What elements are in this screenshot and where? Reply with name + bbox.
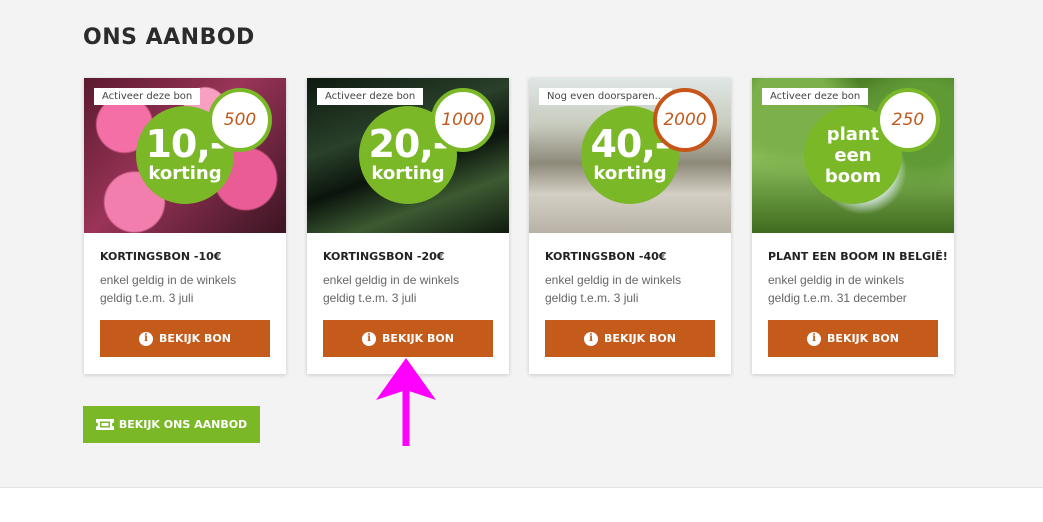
offer-validity-store: enkel geldig in de winkels (768, 273, 905, 287)
offer-card[interactable]: Nog even doorsparen... 40,- korting 2000… (529, 78, 731, 374)
discount-label: korting (148, 163, 222, 184)
offer-card[interactable]: Activeer deze bon 20,- korting 1000 KORT… (307, 78, 509, 374)
offer-validity-date: geldig t.e.m. 3 juli (545, 291, 639, 305)
offer-validity-date: geldig t.e.m. 3 juli (100, 291, 194, 305)
view-offer-button[interactable]: i BEKIJK BON (323, 320, 493, 357)
offer-image-patio: Nog even doorsparen... 40,- korting 2000 (529, 78, 731, 233)
offer-image-palm: Activeer deze bon 20,- korting 1000 (307, 78, 509, 233)
arrow-up-icon (376, 358, 436, 446)
offer-card[interactable]: Activeer deze bon plant een boom 250 PLA… (752, 78, 954, 374)
view-offer-button[interactable]: i BEKIJK BON (545, 320, 715, 357)
view-offer-label: BEKIJK BON (604, 332, 676, 345)
info-circle-icon: i (362, 331, 377, 346)
offer-name: PLANT EEN BOOM IN BELGIË! (768, 250, 948, 263)
discount-label: korting (371, 163, 445, 184)
view-all-offers-label: BEKIJK ONS AANBOD (118, 418, 248, 431)
offer-validity-store: enkel geldig in de winkels (545, 273, 682, 287)
offer-name: KORTINGSBON -20€ (323, 250, 445, 263)
offer-card[interactable]: Activeer deze bon 10,- korting 500 KORTI… (84, 78, 286, 374)
view-offer-button[interactable]: i BEKIJK BON (768, 320, 938, 357)
info-circle-icon: i (584, 331, 599, 346)
ticket-icon (95, 419, 114, 430)
view-offer-label: BEKIJK BON (159, 332, 231, 345)
offer-tag[interactable]: Activeer deze bon (94, 88, 201, 105)
offers-section: ONS AANBOD Activeer deze bon 10,- kortin… (0, 0, 1043, 488)
offer-name: KORTINGSBON -40€ (545, 250, 667, 263)
points-badge: 2000 (653, 88, 717, 152)
offer-cards: Activeer deze bon 10,- korting 500 KORTI… (84, 78, 954, 374)
offer-validity-date: geldig t.e.m. 31 december (768, 291, 907, 305)
offer-validity-date: geldig t.e.m. 3 juli (323, 291, 417, 305)
badge-line: een (834, 144, 872, 166)
info-circle-icon: i (807, 331, 822, 346)
view-offer-button[interactable]: i BEKIJK BON (100, 320, 270, 357)
section-title: ONS AANBOD (83, 25, 255, 50)
points-badge: 1000 (431, 88, 495, 152)
view-all-offers-button[interactable]: BEKIJK ONS AANBOD (83, 406, 260, 443)
offer-validity-store: enkel geldig in de winkels (323, 273, 460, 287)
view-offer-label: BEKIJK BON (382, 332, 454, 345)
badge-line: boom (824, 165, 882, 187)
offer-tag[interactable]: Activeer deze bon (762, 88, 869, 105)
offer-tag[interactable]: Activeer deze bon (317, 88, 424, 105)
points-badge: 500 (208, 88, 272, 152)
points-badge: 250 (876, 88, 940, 152)
offer-validity-store: enkel geldig in de winkels (100, 273, 237, 287)
offer-image-trees: Activeer deze bon plant een boom 250 (752, 78, 954, 233)
offer-tag[interactable]: Nog even doorsparen... (539, 88, 673, 105)
view-offer-label: BEKIJK BON (827, 332, 899, 345)
badge-line: plant (826, 123, 880, 145)
offer-name: KORTINGSBON -10€ (100, 250, 222, 263)
offer-image-azalea: Activeer deze bon 10,- korting 500 (84, 78, 286, 233)
discount-label: korting (593, 163, 667, 184)
info-circle-icon: i (139, 331, 154, 346)
